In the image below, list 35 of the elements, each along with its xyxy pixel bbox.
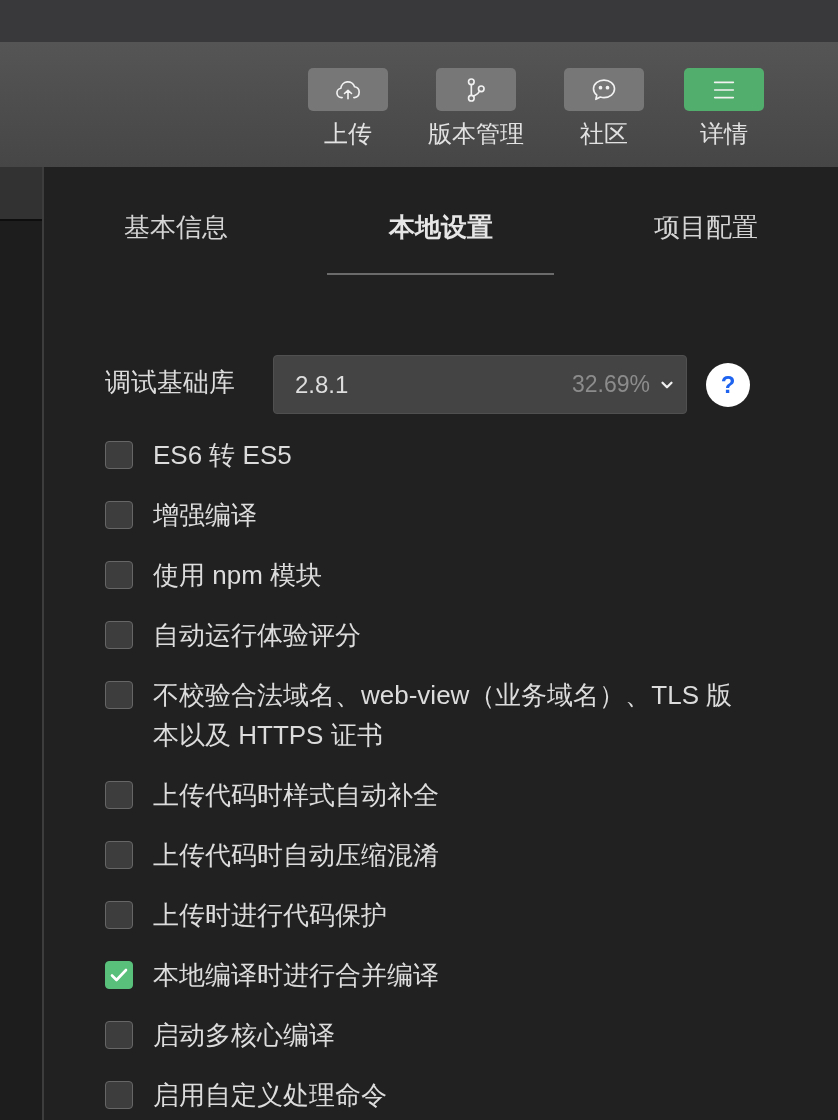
tab[interactable]: 基本信息 [62, 195, 290, 275]
option-label: 增强编译 [153, 499, 258, 532]
option-label: 本地编译时进行合并编译 [153, 959, 440, 992]
checkmark-icon [110, 968, 128, 982]
upload-button[interactable]: 上传 [308, 68, 388, 150]
help-button[interactable]: ? [706, 362, 750, 407]
field-label: 调试基础库 [105, 365, 236, 399]
option-label: 使用 npm 模块 [153, 559, 324, 592]
option-label: 不校验合法域名、web-view（业务域名）、TLS 版本以及 HTTPS 证书 [153, 679, 734, 752]
menu-button[interactable]: 详情 [684, 68, 764, 150]
checked-checkbox[interactable] [105, 961, 133, 989]
checkbox[interactable] [105, 441, 133, 469]
checkbox[interactable] [105, 1021, 133, 1049]
usage-percentage: 32.69% [572, 370, 650, 400]
checkbox[interactable] [105, 681, 133, 709]
checkbox[interactable] [105, 781, 133, 809]
tab[interactable]: 本地设置 [327, 195, 555, 275]
option-label: 启动多核心编译 [153, 1019, 336, 1052]
option-label: 上传代码时样式自动补全 [153, 779, 440, 812]
checkbox[interactable] [105, 621, 133, 649]
branch-button[interactable]: 版本管理 [428, 68, 524, 150]
option-label: 自动运行体验评分 [153, 619, 362, 652]
library-select[interactable]: 2.8.1 32.69% [273, 355, 687, 414]
select-value: 2.8.1 [295, 369, 350, 400]
option-label: 上传代码时自动压缩混淆 [153, 839, 440, 872]
tab[interactable]: 项目配置 [592, 195, 820, 275]
checkbox[interactable] [105, 841, 133, 869]
checkbox[interactable] [105, 1081, 133, 1109]
checkbox[interactable] [105, 501, 133, 529]
checkbox[interactable] [105, 901, 133, 929]
option-label: 上传时进行代码保护 [153, 899, 388, 932]
checkbox[interactable] [105, 561, 133, 589]
option-label: ES6 转 ES5 [153, 439, 293, 472]
chat-button[interactable]: 社区 [564, 68, 644, 150]
option-label: 启用自定义处理命令 [153, 1079, 388, 1112]
